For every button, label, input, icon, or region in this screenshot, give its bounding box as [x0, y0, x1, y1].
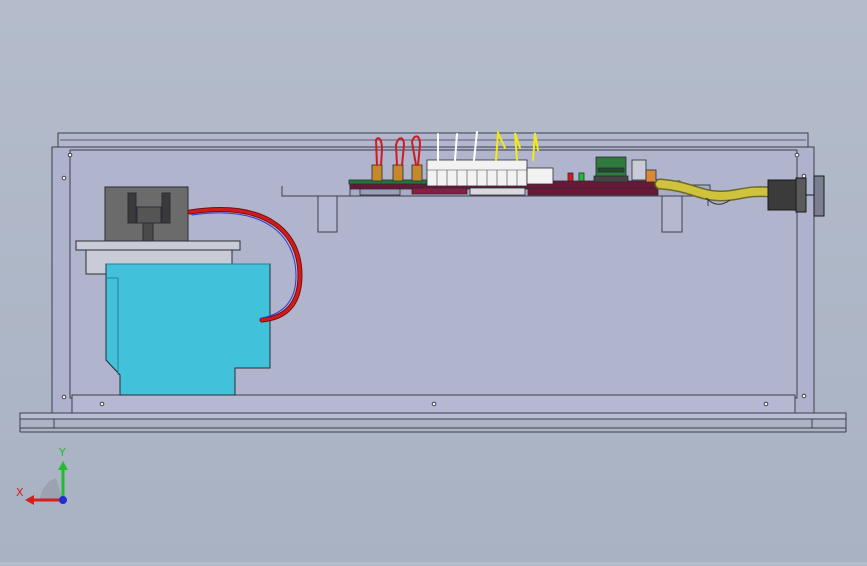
standoff-left	[317, 195, 338, 233]
z-axis-dot	[59, 496, 67, 504]
cad-viewport[interactable]: Y X	[0, 0, 867, 562]
base-flange	[19, 412, 847, 420]
cable-gland[interactable]	[767, 175, 825, 217]
assembly-drawing: Y X	[16, 129, 847, 505]
coordinate-triad-icon: Y X	[16, 446, 68, 505]
y-axis-label: Y	[58, 446, 66, 459]
led-red	[567, 172, 574, 182]
x-axis-label: X	[16, 486, 24, 499]
standoff-right	[661, 195, 683, 233]
led-green	[578, 172, 585, 182]
